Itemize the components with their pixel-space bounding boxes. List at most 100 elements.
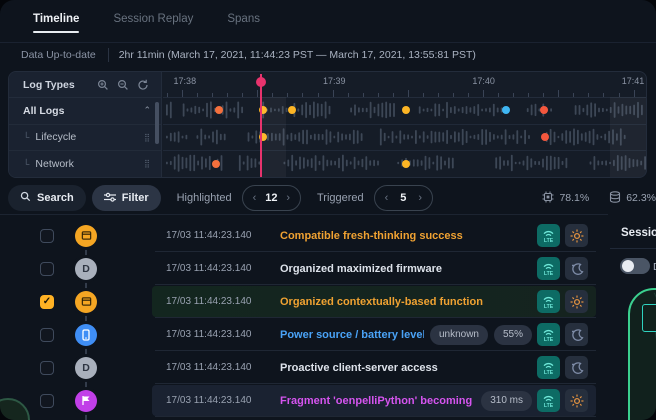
- log-type-row-lifecycle[interactable]: └Lifecycle⣿: [9, 125, 161, 152]
- drag-handle-icon[interactable]: ⣿: [144, 136, 151, 139]
- dark-mode-button[interactable]: [565, 356, 588, 379]
- ruler-time-label: 17:40: [472, 76, 495, 86]
- dark-mode-button[interactable]: [565, 323, 588, 346]
- ruler-time-label: 17:38: [174, 76, 197, 86]
- ruler-time-label: 17:41: [622, 76, 645, 86]
- playhead[interactable]: [260, 74, 262, 177]
- row-card[interactable]: 17/03 11:44:23.140 Organized contextuall…: [152, 286, 596, 317]
- row-card[interactable]: 17/03 11:44:23.140 Organized maximized f…: [152, 253, 596, 284]
- session-toggle[interactable]: [620, 258, 650, 274]
- event-dot-blue[interactable]: [502, 106, 510, 114]
- network-lte-button[interactable]: LTE: [537, 290, 560, 313]
- tab-session-replay[interactable]: Session Replay: [113, 13, 193, 29]
- ruler-tick: [483, 90, 484, 97]
- filter-icon: [104, 192, 116, 205]
- event-dot-red[interactable]: [541, 133, 549, 141]
- waveform-highlight-band: [261, 97, 285, 177]
- log-toolbar: Search Filter Highlighted ‹ 12 › Trigger…: [0, 183, 656, 213]
- time-ruler: 17:3817:3917:4017:41: [163, 72, 646, 98]
- tab-spans[interactable]: Spans: [227, 13, 260, 29]
- row-divider: [155, 416, 596, 417]
- log-type-row-all-logs[interactable]: All Logs⌃: [9, 98, 161, 125]
- log-row[interactable]: 17/03 11:44:23.140 Fragment 'oenpelliPyt…: [0, 384, 608, 417]
- highlighted-next-icon[interactable]: ›: [286, 192, 290, 204]
- filter-label: Filter: [122, 192, 149, 204]
- waveform-track-network[interactable]: [163, 150, 646, 178]
- light-mode-button[interactable]: [565, 389, 588, 412]
- row-checkbox[interactable]: [40, 328, 54, 342]
- highlighted-stepper[interactable]: ‹ 12 ›: [242, 185, 301, 211]
- waveform-track-lifecycle[interactable]: [163, 124, 646, 152]
- drag-handle-icon[interactable]: ⣿: [144, 162, 151, 165]
- row-checkbox[interactable]: [40, 262, 54, 276]
- row-timestamp: 17/03 11:44:23.140: [166, 329, 262, 340]
- network-lte-button[interactable]: LTE: [537, 257, 560, 280]
- event-dot-orange[interactable]: [215, 106, 223, 114]
- log-list: 17/03 11:44:23.140 Compatible fresh-thin…: [0, 214, 608, 420]
- triggered-label: Triggered: [317, 192, 364, 204]
- log-row[interactable]: 17/03 11:44:23.140 Power source / batter…: [0, 318, 608, 351]
- waveform-area[interactable]: 17:3817:3917:4017:41: [163, 72, 646, 177]
- refresh-icon[interactable]: [133, 77, 153, 93]
- network-lte-button[interactable]: LTE: [537, 356, 560, 379]
- event-dot-yellow[interactable]: [402, 106, 410, 114]
- event-dot-yellow[interactable]: [402, 160, 410, 168]
- row-card[interactable]: 17/03 11:44:23.140 Compatible fresh-thin…: [152, 220, 596, 251]
- event-dot-red[interactable]: [540, 106, 548, 114]
- network-lte-button[interactable]: LTE: [537, 389, 560, 412]
- row-checkbox[interactable]: [40, 229, 54, 243]
- ruler-tick: [634, 90, 635, 97]
- triggered-next-icon[interactable]: ›: [418, 192, 422, 204]
- triggered-value: 5: [396, 192, 410, 204]
- log-type-label: All Logs: [23, 105, 143, 117]
- cpu-meter: 78.1%: [542, 191, 589, 206]
- ruler-tick: [182, 90, 183, 97]
- row-checkbox[interactable]: ✓: [40, 295, 54, 309]
- log-types-scrollbar[interactable]: [155, 102, 159, 144]
- row-checkbox[interactable]: [40, 361, 54, 375]
- disk-meter: 62.3%: [609, 191, 656, 206]
- playhead-handle-icon[interactable]: [256, 77, 266, 87]
- event-dot-yellow[interactable]: [288, 106, 296, 114]
- dark-mode-button[interactable]: [565, 257, 588, 280]
- cpu-value: 78.1%: [559, 192, 589, 204]
- light-mode-button[interactable]: [565, 290, 588, 313]
- session-panel-divider: [610, 248, 656, 249]
- row-timestamp: 17/03 11:44:23.140: [166, 362, 262, 373]
- tab-timeline[interactable]: Timeline: [33, 13, 79, 29]
- child-elbow-icon: └: [23, 159, 29, 169]
- search-button[interactable]: Search: [8, 185, 86, 211]
- waveform-track-all-logs[interactable]: [163, 97, 646, 125]
- event-dot-orange[interactable]: [212, 160, 220, 168]
- highlighted-prev-icon[interactable]: ‹: [253, 192, 257, 204]
- network-lte-button[interactable]: LTE: [537, 323, 560, 346]
- time-range-text: 2hr 11min (March 17, 2021, 11:44:23 PST …: [119, 49, 476, 61]
- tab-bar: Timeline Session Replay Spans: [33, 8, 260, 34]
- network-lte-button[interactable]: LTE: [537, 224, 560, 247]
- log-type-row-network[interactable]: └Network⣿: [9, 151, 161, 178]
- log-row[interactable]: D 17/03 11:44:23.140 Proactive client-se…: [0, 351, 608, 384]
- triggered-prev-icon[interactable]: ‹: [385, 192, 389, 204]
- chevron-up-icon[interactable]: ⌃: [143, 105, 151, 116]
- filter-button[interactable]: Filter: [92, 185, 161, 211]
- log-row[interactable]: 17/03 11:44:23.140 Compatible fresh-thin…: [0, 219, 608, 252]
- row-card[interactable]: 17/03 11:44:23.140 Proactive client-serv…: [152, 352, 596, 383]
- zoom-in-icon[interactable]: [93, 77, 113, 93]
- row-timestamp: 17/03 11:44:23.140: [166, 296, 262, 307]
- row-tag: 55%: [494, 325, 532, 345]
- log-row[interactable]: D 17/03 11:44:23.140 Organized maximized…: [0, 252, 608, 285]
- row-timestamp: 17/03 11:44:23.140: [166, 395, 262, 406]
- log-row[interactable]: ✓ 17/03 11:44:23.140 Organized contextua…: [0, 285, 608, 318]
- session-panel-title: Session: [621, 227, 656, 239]
- svg-text:LTE: LTE: [544, 370, 554, 376]
- triggered-stepper[interactable]: ‹ 5 ›: [374, 185, 433, 211]
- row-message: Power source / battery level: [280, 329, 424, 341]
- light-mode-button[interactable]: [565, 224, 588, 247]
- row-card[interactable]: 17/03 11:44:23.140 Fragment 'oenpelliPyt…: [152, 385, 596, 416]
- row-card[interactable]: 17/03 11:44:23.140 Power source / batter…: [152, 319, 596, 350]
- row-checkbox[interactable]: [40, 394, 54, 408]
- row-timestamp: 17/03 11:44:23.140: [166, 263, 262, 274]
- zoom-out-icon[interactable]: [113, 77, 133, 93]
- log-types-header: Log Types: [9, 72, 161, 98]
- ruler-tick: [408, 90, 409, 97]
